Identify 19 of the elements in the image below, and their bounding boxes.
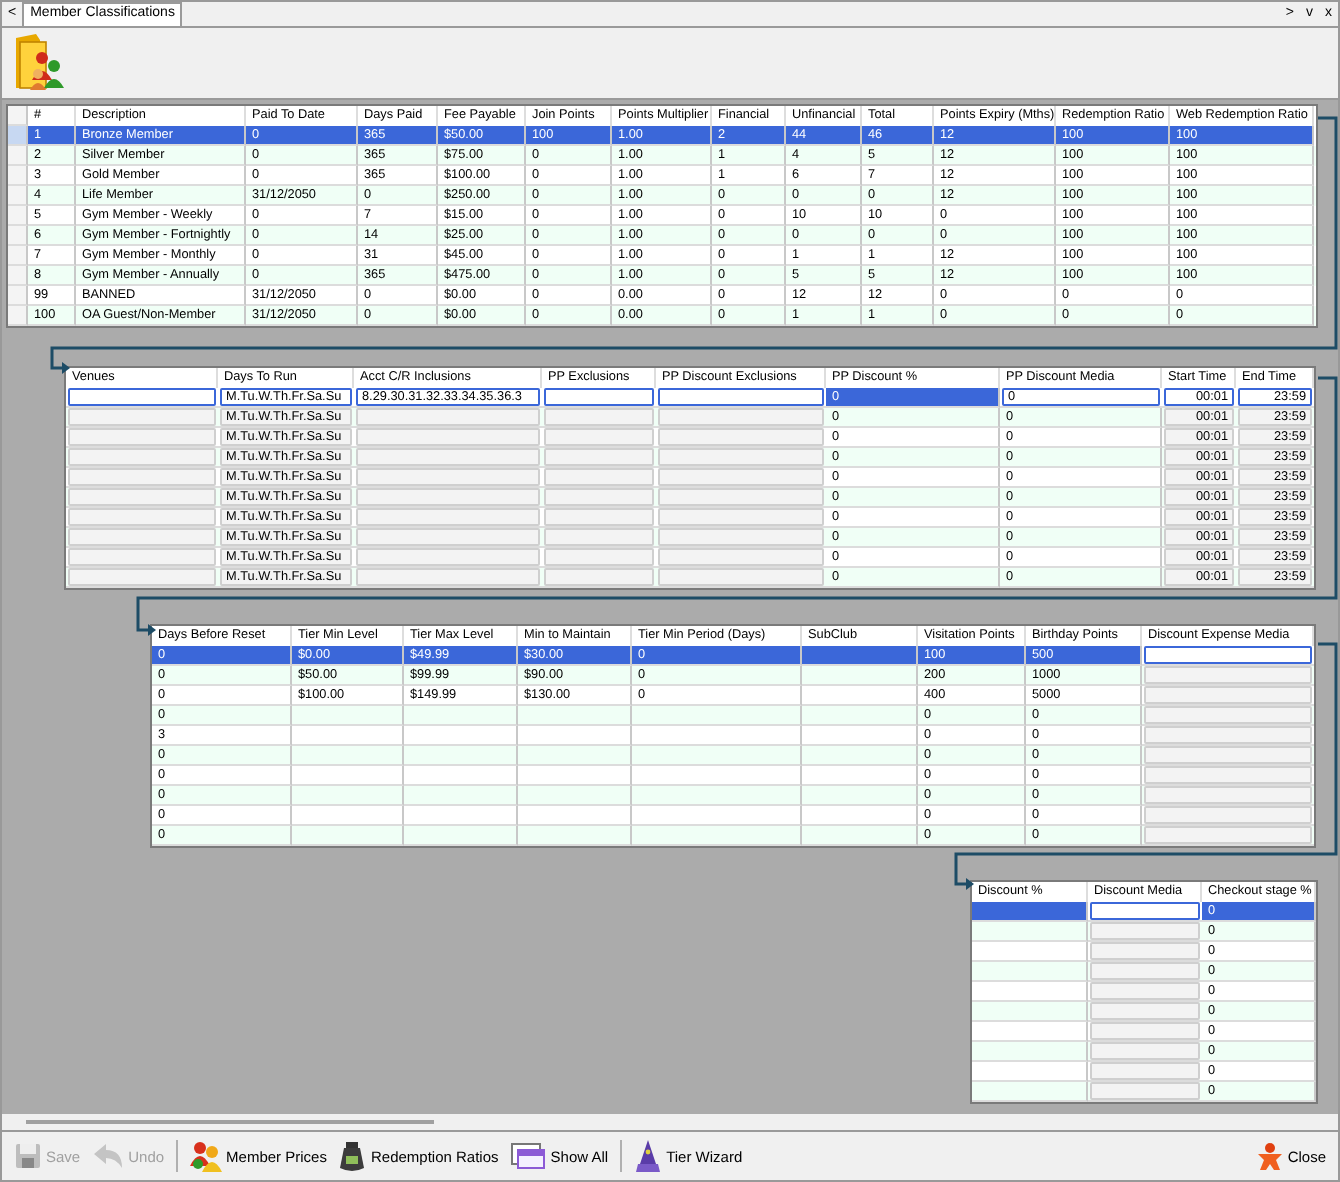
horizontal-scrollbar[interactable] (26, 1120, 434, 1125)
wizard-icon (634, 1140, 663, 1173)
row-header[interactable] (8, 125, 28, 146)
person-icon (1255, 1142, 1284, 1171)
save-icon (14, 1142, 42, 1171)
row-header[interactable] (8, 185, 28, 206)
folder-people-icon (12, 32, 68, 93)
undo-icon (92, 1142, 125, 1171)
row-header[interactable] (8, 145, 28, 166)
window-icon (510, 1142, 547, 1171)
row-header[interactable] (8, 165, 28, 186)
people-icon (190, 1140, 223, 1173)
row-header[interactable] (8, 285, 28, 306)
money-bag-icon (338, 1140, 367, 1173)
row-header[interactable] (8, 205, 28, 226)
row-header[interactable] (8, 225, 28, 246)
row-header[interactable] (8, 305, 28, 326)
row-header[interactable] (8, 245, 28, 266)
row-header[interactable] (8, 265, 28, 286)
